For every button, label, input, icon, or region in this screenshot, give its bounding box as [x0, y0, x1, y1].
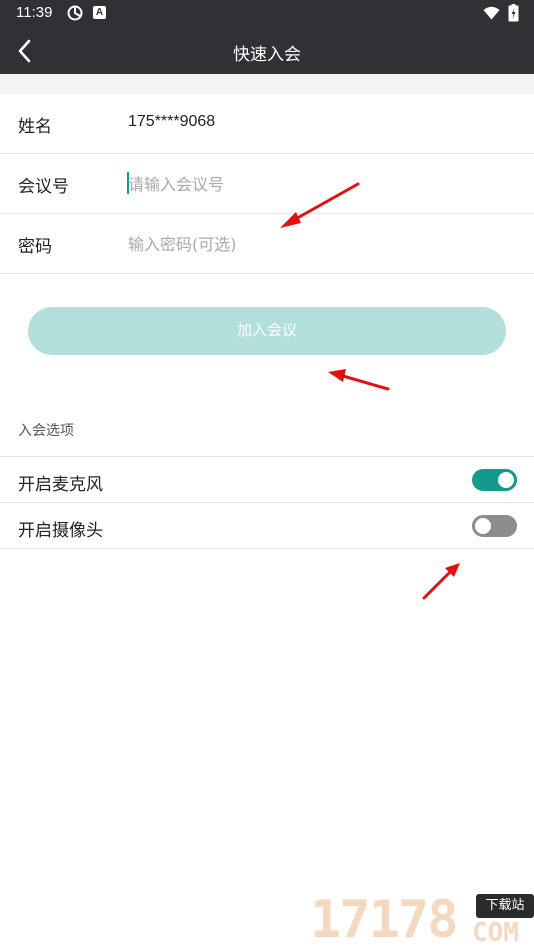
microphone-option-label: 开启麦克风: [18, 475, 103, 495]
status-bar: 11:39 A: [0, 0, 534, 28]
site-watermark: 17178 下载站 COM: [310, 890, 534, 950]
watermark-suffix: COM: [472, 918, 519, 948]
name-row: 姓名 175****9068: [0, 94, 534, 154]
section-divider: [0, 74, 534, 94]
join-form: 姓名 175****9068 会议号 密码: [0, 94, 534, 274]
join-meeting-button[interactable]: 加入会议: [28, 307, 506, 355]
annotation-arrow-icon: [422, 563, 460, 600]
join-options-title: 入会选项: [18, 423, 74, 439]
status-time: 11:39: [16, 4, 53, 21]
notification-icon: A: [93, 6, 106, 19]
join-options-list: 开启麦克风 开启摄像头: [0, 456, 534, 549]
meeting-id-label: 会议号: [18, 177, 69, 197]
page-title: 快速入会: [233, 45, 301, 65]
camera-option: 开启摄像头: [0, 503, 534, 549]
meeting-id-input[interactable]: [128, 168, 508, 200]
watermark-badge: 下载站: [476, 894, 534, 918]
toggle-knob: [498, 472, 514, 488]
battery-icon: [508, 4, 519, 22]
watermark-digits: 17178: [310, 890, 459, 950]
password-label: 密码: [18, 237, 52, 257]
microphone-option: 开启麦克风: [0, 457, 534, 503]
toggle-knob: [475, 518, 491, 534]
meeting-id-row: 会议号: [0, 154, 534, 214]
app-header: 快速入会: [0, 28, 534, 74]
wifi-icon: [483, 6, 500, 20]
sync-icon: [67, 5, 83, 21]
password-input[interactable]: [128, 228, 508, 260]
name-value: 175****9068: [128, 113, 216, 130]
name-label: 姓名: [18, 117, 52, 137]
camera-toggle[interactable]: [472, 515, 517, 537]
password-row: 密码: [0, 214, 534, 274]
microphone-toggle[interactable]: [472, 469, 517, 491]
camera-option-label: 开启摄像头: [18, 521, 103, 541]
annotation-arrow-icon: [328, 369, 390, 391]
